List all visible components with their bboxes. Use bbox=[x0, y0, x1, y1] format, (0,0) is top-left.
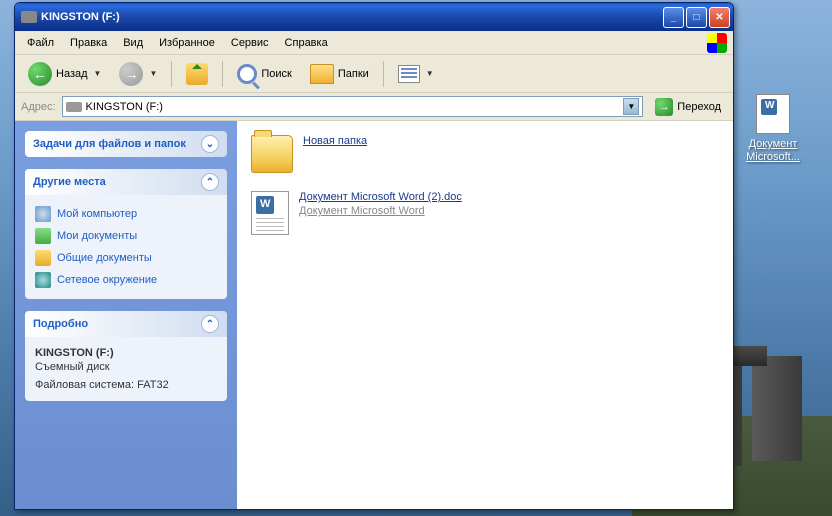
address-dropdown-button[interactable]: ▼ bbox=[623, 98, 639, 115]
titlebar[interactable]: KINGSTON (F:) _ □ ✕ bbox=[15, 3, 733, 31]
details-panel-title: Подробно bbox=[33, 318, 88, 330]
desktop-icon-word-doc[interactable]: Документ Microsoft... bbox=[738, 94, 808, 164]
address-input[interactable] bbox=[86, 101, 620, 113]
drive-icon bbox=[21, 11, 37, 23]
menu-help[interactable]: Справка bbox=[277, 34, 336, 52]
window-title: KINGSTON (F:) bbox=[41, 11, 120, 23]
addressbar: Адрес: ▼ → Переход bbox=[15, 93, 733, 121]
detail-type: Съемный диск bbox=[35, 361, 217, 373]
windows-flag-icon bbox=[707, 33, 727, 53]
menubar: Файл Правка Вид Избранное Сервис Справка bbox=[15, 31, 733, 55]
chevron-down-icon: ▼ bbox=[149, 69, 157, 78]
close-button[interactable]: ✕ bbox=[709, 7, 730, 28]
folders-label: Папки bbox=[338, 68, 369, 80]
go-arrow-icon: → bbox=[655, 98, 673, 116]
menu-favorites[interactable]: Избранное bbox=[151, 34, 223, 52]
sidebar-item-my-computer[interactable]: Мой компьютер bbox=[35, 203, 217, 225]
search-button[interactable]: Поиск bbox=[230, 60, 298, 88]
network-icon bbox=[35, 272, 51, 288]
sidebar-item-label: Общие документы bbox=[57, 252, 152, 264]
tasks-panel: Задачи для файлов и папок ⌄ bbox=[25, 131, 227, 157]
back-button[interactable]: ← Назад ▼ bbox=[21, 58, 108, 90]
places-panel: Другие места ⌃ Мой компьютер Мои докумен… bbox=[25, 169, 227, 299]
details-panel-header[interactable]: Подробно ⌃ bbox=[25, 311, 227, 337]
views-button[interactable]: ▼ bbox=[391, 61, 441, 87]
item-type: Документ Microsoft Word bbox=[299, 205, 462, 217]
shared-folder-icon bbox=[35, 250, 51, 266]
item-name: Документ Microsoft Word (2).doc bbox=[299, 191, 462, 203]
word-doc-icon bbox=[756, 94, 790, 134]
menu-file[interactable]: Файл bbox=[19, 34, 62, 52]
chevron-down-icon: ▼ bbox=[94, 69, 102, 78]
list-item-doc[interactable]: Документ Microsoft Word (2).doc Документ… bbox=[251, 191, 719, 235]
forward-arrow-icon: → bbox=[119, 62, 143, 86]
chevron-up-icon: ⌃ bbox=[201, 315, 219, 333]
documents-icon bbox=[35, 228, 51, 244]
toolbar: ← Назад ▼ → ▼ Поиск Папки ▼ bbox=[15, 55, 733, 93]
places-panel-title: Другие места bbox=[33, 176, 106, 188]
go-label: Переход bbox=[677, 101, 721, 113]
word-doc-icon bbox=[251, 191, 289, 235]
maximize-button[interactable]: □ bbox=[686, 7, 707, 28]
file-list[interactable]: Новая папка Документ Microsoft Word (2).… bbox=[237, 121, 733, 509]
detail-name: KINGSTON (F:) bbox=[35, 347, 217, 359]
sidebar: Задачи для файлов и папок ⌄ Другие места… bbox=[15, 121, 237, 509]
menu-view[interactable]: Вид bbox=[115, 34, 151, 52]
places-panel-header[interactable]: Другие места ⌃ bbox=[25, 169, 227, 195]
folder-icon bbox=[310, 64, 334, 84]
folders-button[interactable]: Папки bbox=[303, 60, 376, 88]
address-label: Адрес: bbox=[21, 101, 56, 113]
tasks-panel-title: Задачи для файлов и папок bbox=[33, 138, 186, 150]
drive-icon bbox=[66, 102, 82, 112]
search-label: Поиск bbox=[261, 68, 291, 80]
views-icon bbox=[398, 65, 420, 83]
menu-edit[interactable]: Правка bbox=[62, 34, 115, 52]
sidebar-item-label: Сетевое окружение bbox=[57, 274, 157, 286]
chevron-down-icon: ⌄ bbox=[201, 135, 219, 153]
separator bbox=[171, 61, 172, 87]
folder-up-icon bbox=[186, 63, 208, 85]
details-panel: Подробно ⌃ KINGSTON (F:) Съемный диск Фа… bbox=[25, 311, 227, 401]
sidebar-item-my-documents[interactable]: Мои документы bbox=[35, 225, 217, 247]
sidebar-item-network[interactable]: Сетевое окружение bbox=[35, 269, 217, 291]
up-button[interactable] bbox=[179, 59, 215, 89]
address-combo[interactable]: ▼ bbox=[62, 96, 644, 117]
sidebar-item-shared-documents[interactable]: Общие документы bbox=[35, 247, 217, 269]
search-icon bbox=[237, 64, 257, 84]
back-arrow-icon: ← bbox=[28, 62, 52, 86]
item-name: Новая папка bbox=[303, 135, 367, 147]
menu-tools[interactable]: Сервис bbox=[223, 34, 277, 52]
separator bbox=[222, 61, 223, 87]
detail-filesystem: Файловая система: FAT32 bbox=[35, 379, 217, 391]
minimize-button[interactable]: _ bbox=[663, 7, 684, 28]
separator bbox=[383, 61, 384, 87]
back-label: Назад bbox=[56, 68, 88, 80]
folder-icon bbox=[251, 135, 293, 173]
sidebar-item-label: Мой компьютер bbox=[57, 208, 137, 220]
chevron-down-icon: ▼ bbox=[426, 69, 434, 78]
chevron-up-icon: ⌃ bbox=[201, 173, 219, 191]
explorer-window: KINGSTON (F:) _ □ ✕ Файл Правка Вид Избр… bbox=[14, 2, 734, 510]
sidebar-item-label: Мои документы bbox=[57, 230, 137, 242]
forward-button[interactable]: → ▼ bbox=[112, 58, 164, 90]
computer-icon bbox=[35, 206, 51, 222]
desktop-icon-label: Документ Microsoft... bbox=[738, 138, 808, 164]
list-item-folder[interactable]: Новая папка bbox=[251, 135, 719, 173]
tasks-panel-header[interactable]: Задачи для файлов и папок ⌄ bbox=[25, 131, 227, 157]
go-button[interactable]: → Переход bbox=[649, 96, 727, 118]
